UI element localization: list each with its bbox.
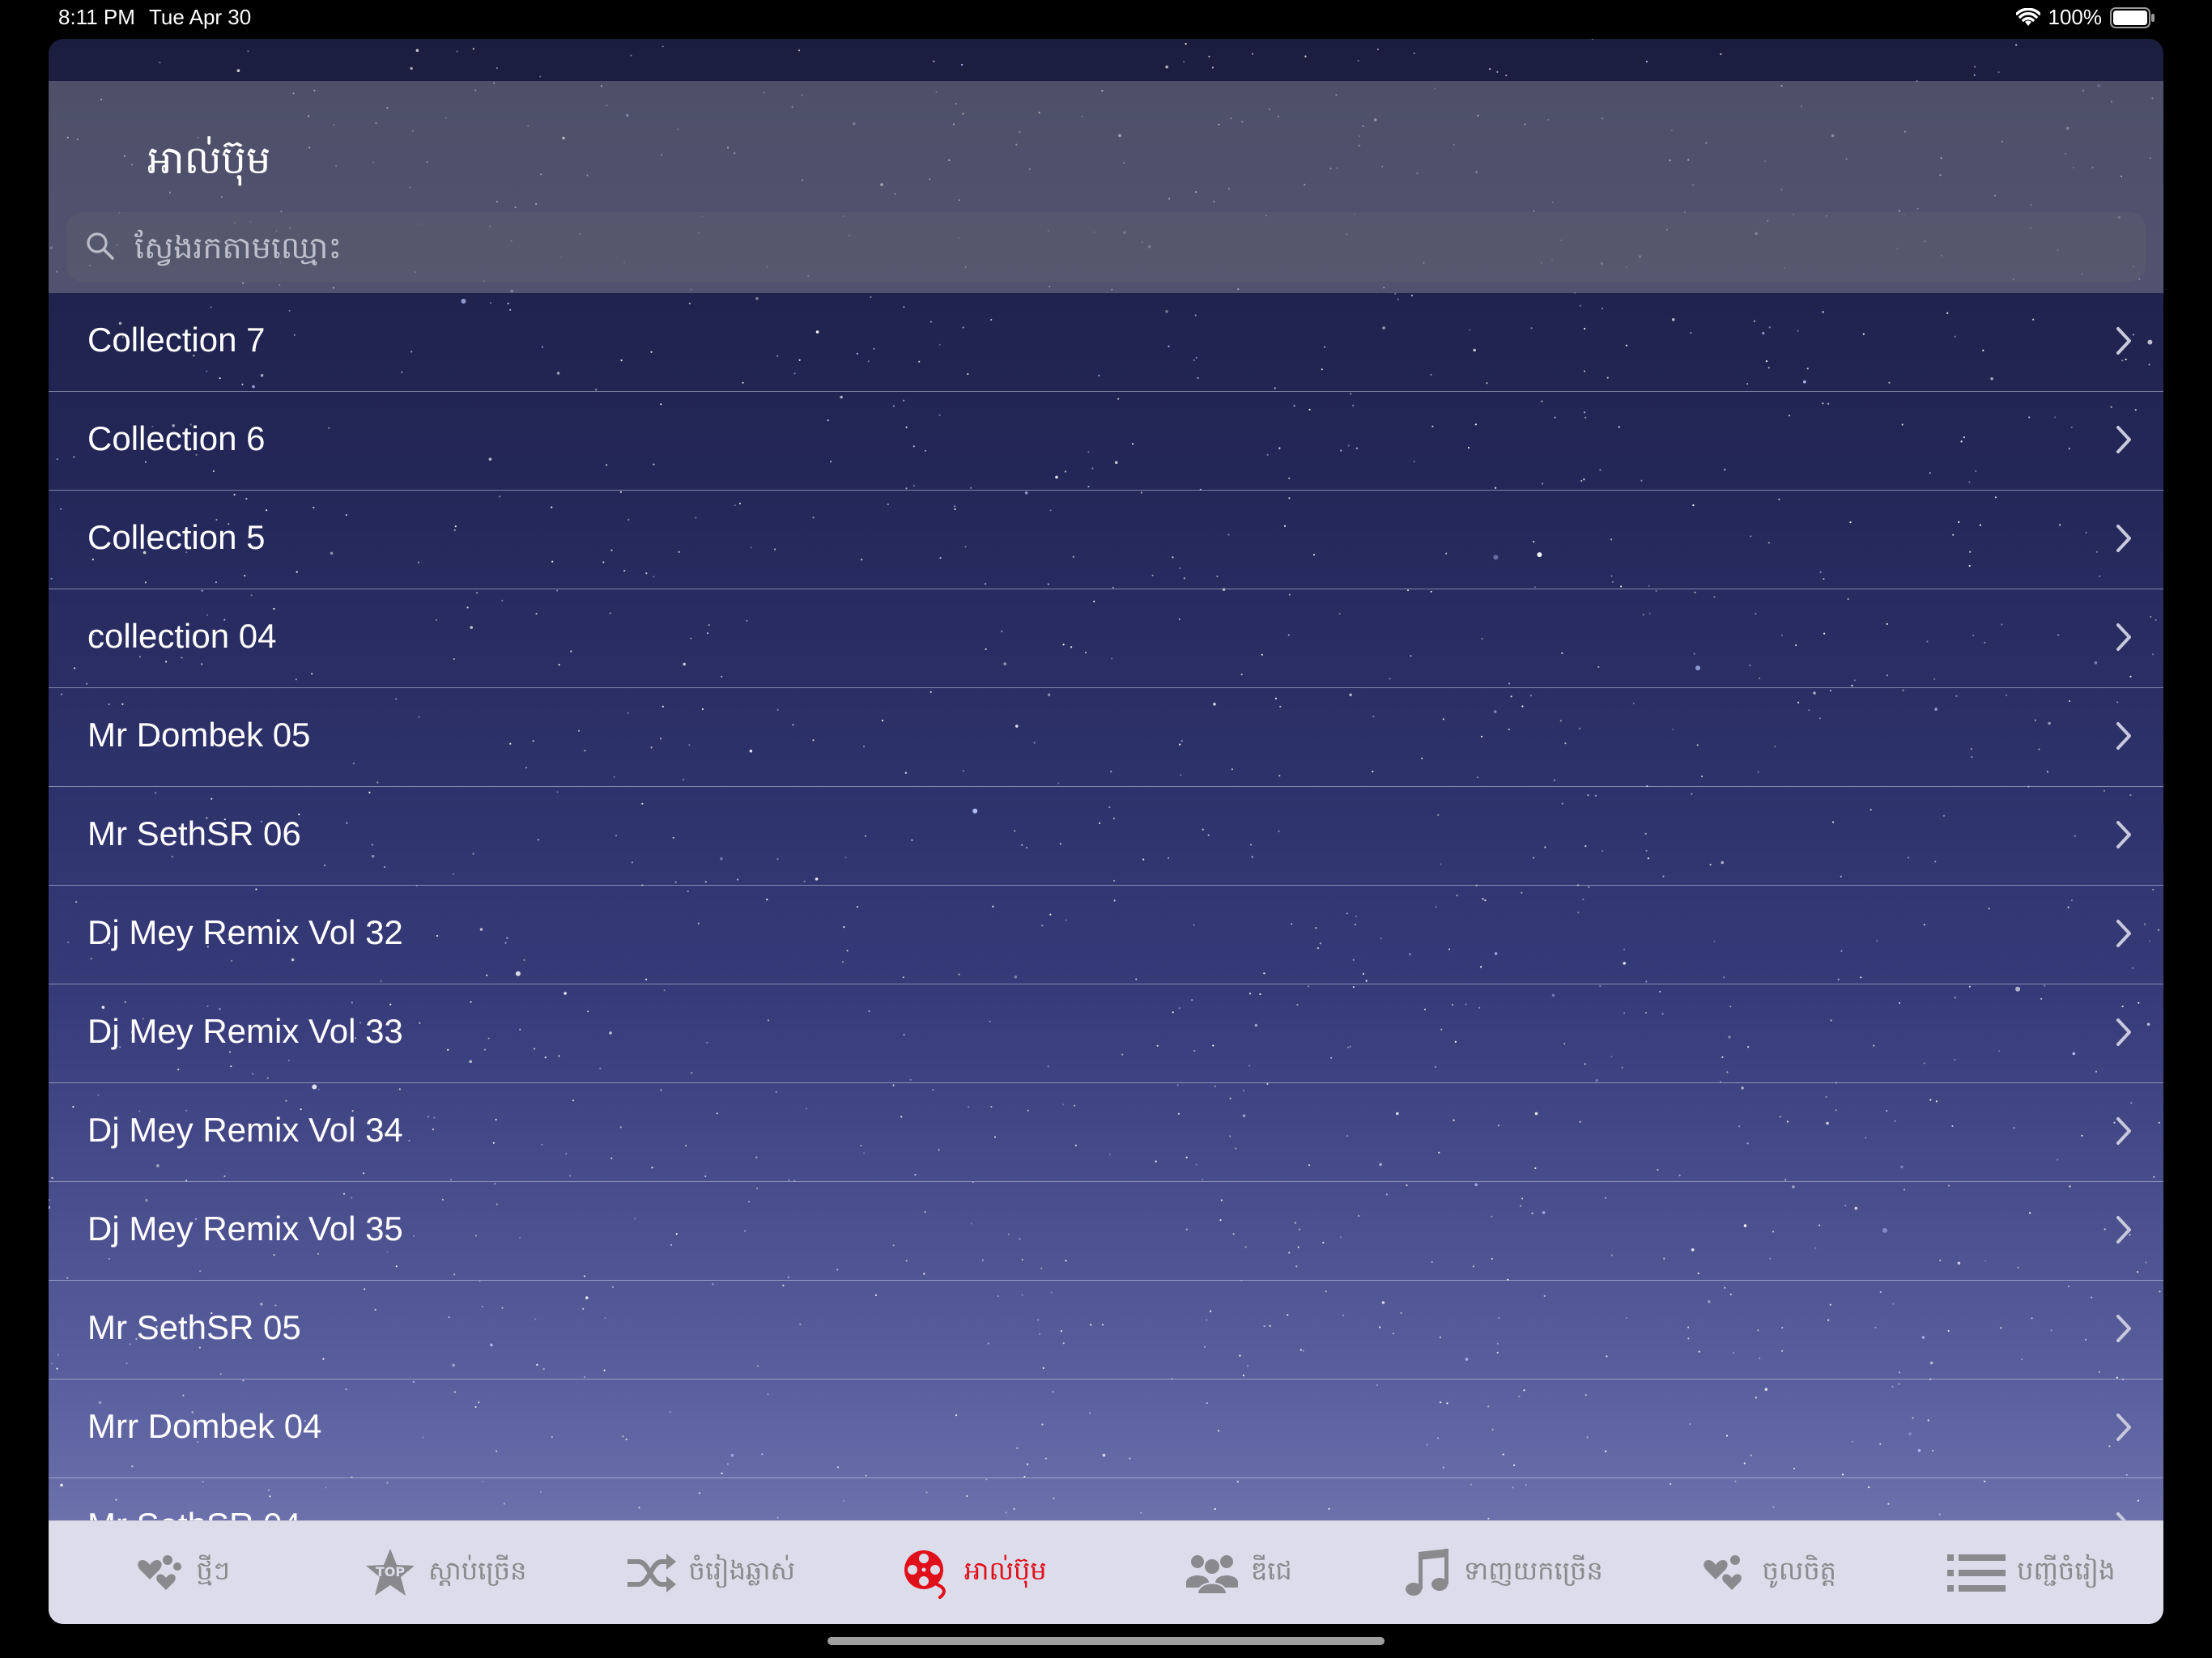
album-title: Mr SethSR 05 <box>87 1308 301 1346</box>
chevron-right-icon <box>2115 1313 2133 1347</box>
tab-label: ចូលចិត្ត <box>1762 1554 1836 1586</box>
page-title: អាល់ប៊ុម <box>147 138 271 183</box>
album-row[interactable]: Collection 5 <box>49 491 2163 589</box>
album-title: Dj Mey Remix Vol 35 <box>87 1209 403 1248</box>
status-date: Tue Apr 30 <box>149 5 252 29</box>
album-list[interactable]: Collection 7 Collection 6 Collection 5 c… <box>49 293 2163 1558</box>
wifi-icon <box>2015 7 2040 28</box>
tab-albums[interactable]: អាល់ប៊ុម <box>842 1521 1107 1624</box>
paw-hearts-icon <box>132 1549 185 1597</box>
battery-percent: 100% <box>2048 5 2103 29</box>
album-row[interactable]: Collection 6 <box>49 392 2163 491</box>
album-row[interactable]: Dj Mey Remix Vol 35 <box>49 1182 2163 1281</box>
tab-most-downloaded[interactable]: ទាញយកច្រើន <box>1371 1521 1636 1624</box>
album-row[interactable]: Dj Mey Remix Vol 33 <box>49 984 2163 1083</box>
battery-icon <box>2110 6 2155 28</box>
hearts-icon <box>1698 1549 1751 1597</box>
tab-label: ចំរៀងឆ្លាស់ <box>688 1554 795 1586</box>
tab-label: ស្តាប់ច្រើន <box>428 1554 527 1586</box>
header: អាល់ប៊ុម <box>49 81 2163 293</box>
album-title: Mr SethSR 06 <box>87 814 301 852</box>
album-row[interactable]: Mrr Dombek 04 <box>49 1380 2163 1478</box>
tab-shuffle[interactable]: ចំរៀងឆ្លាស់ <box>577 1521 842 1624</box>
album-row[interactable]: Mr SethSR 05 <box>49 1281 2163 1380</box>
screen: 8:11 PM Tue Apr 30 100% អាល់ប៊ុម ស្វែងរក… <box>0 0 2212 1658</box>
search-input[interactable] <box>133 212 2112 283</box>
album-row[interactable]: Mr SethSR 06 <box>49 787 2163 886</box>
app-window: អាល់ប៊ុម Collection 7 Collection 6 <box>49 39 2163 1624</box>
home-indicator[interactable] <box>827 1637 1385 1645</box>
album-row[interactable]: Mr Dombek 05 <box>49 688 2163 787</box>
svg-text:TOP: TOP <box>376 1564 406 1579</box>
album-row[interactable]: Dj Mey Remix Vol 34 <box>49 1083 2163 1182</box>
chevron-right-icon <box>2115 622 2133 656</box>
chevron-right-icon <box>2115 1214 2133 1248</box>
search-icon <box>84 230 117 266</box>
album-title: Mr Dombek 05 <box>87 716 311 754</box>
top-star-icon: TOP <box>364 1547 417 1599</box>
album-title: Mrr Dombek 04 <box>87 1407 322 1445</box>
tab-dj[interactable]: ឌីជេ <box>1106 1521 1371 1624</box>
list-icon <box>1947 1553 2006 1593</box>
shuffle-icon <box>624 1550 678 1596</box>
tab-most-listened[interactable]: TOP ស្តាប់ច្រើន <box>313 1521 578 1624</box>
tab-label: អាល់ប៊ុម <box>963 1554 1047 1586</box>
film-reel-icon <box>901 1547 953 1599</box>
status-bar: 8:11 PM Tue Apr 30 100% <box>0 0 2212 36</box>
album-title: Collection 6 <box>87 419 266 457</box>
album-row[interactable]: Collection 7 <box>49 293 2163 392</box>
music-note-icon <box>1402 1547 1453 1599</box>
album-row[interactable]: Dj Mey Remix Vol 32 <box>49 886 2163 984</box>
album-title: Dj Mey Remix Vol 34 <box>87 1111 403 1149</box>
tab-label: បញ្ជីចំរៀង <box>2017 1554 2116 1586</box>
chevron-right-icon <box>2115 424 2133 458</box>
tab-label: ទាញយកច្រើន <box>1463 1554 1603 1586</box>
album-title: collection 04 <box>87 617 277 655</box>
chevron-right-icon <box>2115 1017 2133 1051</box>
album-title: Dj Mey Remix Vol 32 <box>87 913 403 951</box>
tab-new[interactable]: ថ្មីៗ <box>49 1521 313 1624</box>
search-bar[interactable] <box>66 212 2146 283</box>
album-title: Collection 5 <box>87 518 266 556</box>
album-row[interactable]: collection 04 <box>49 589 2163 688</box>
tab-favorites[interactable]: ចូលចិត្ត <box>1635 1521 1899 1624</box>
chevron-right-icon <box>2115 325 2133 359</box>
chevron-right-icon <box>2115 819 2133 853</box>
chevron-right-icon <box>2115 1116 2133 1150</box>
status-right: 100% <box>2015 5 2156 30</box>
chevron-right-icon <box>2115 721 2133 755</box>
tab-label: ឌីជេ <box>1250 1554 1292 1586</box>
chevron-right-icon <box>2115 918 2133 952</box>
tab-playlist[interactable]: បញ្ជីចំរៀង <box>1899 1521 2164 1624</box>
album-title: Collection 7 <box>87 321 266 359</box>
chevron-right-icon <box>2115 523 2133 557</box>
tab-bar: ថ្មីៗ TOP ស្តាប់ច្រើន ចំរៀងឆ្លាស់ អាល់ប៊… <box>49 1520 2163 1624</box>
tab-label: ថ្មីៗ <box>196 1554 230 1586</box>
status-time: 8:11 PM <box>58 5 135 29</box>
album-title: Dj Mey Remix Vol 33 <box>87 1012 403 1050</box>
chevron-right-icon <box>2115 1412 2133 1446</box>
group-people-icon <box>1185 1549 1240 1597</box>
